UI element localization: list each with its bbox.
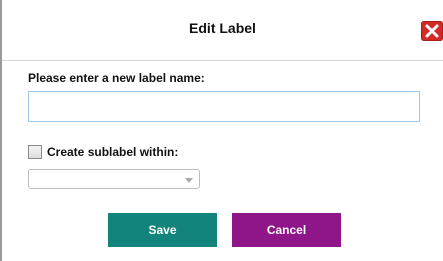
- close-x-icon: [425, 24, 439, 38]
- close-button[interactable]: [421, 21, 443, 41]
- edit-label-dialog: Edit Label Please enter a new label name…: [0, 0, 443, 261]
- save-button[interactable]: Save: [108, 213, 217, 247]
- label-name-input[interactable]: [28, 91, 420, 122]
- cancel-button[interactable]: Cancel: [232, 213, 341, 247]
- sublabel-checkbox-label[interactable]: Create sublabel within:: [47, 145, 178, 159]
- dialog-title: Edit Label: [189, 20, 256, 36]
- dialog-titlebar: Edit Label: [2, 0, 443, 61]
- label-name-prompt: Please enter a new label name:: [28, 71, 205, 85]
- parent-label-select[interactable]: [28, 169, 200, 189]
- sublabel-checkbox[interactable]: [28, 145, 42, 159]
- chevron-down-icon: [185, 178, 193, 183]
- sublabel-row: Create sublabel within:: [28, 144, 178, 160]
